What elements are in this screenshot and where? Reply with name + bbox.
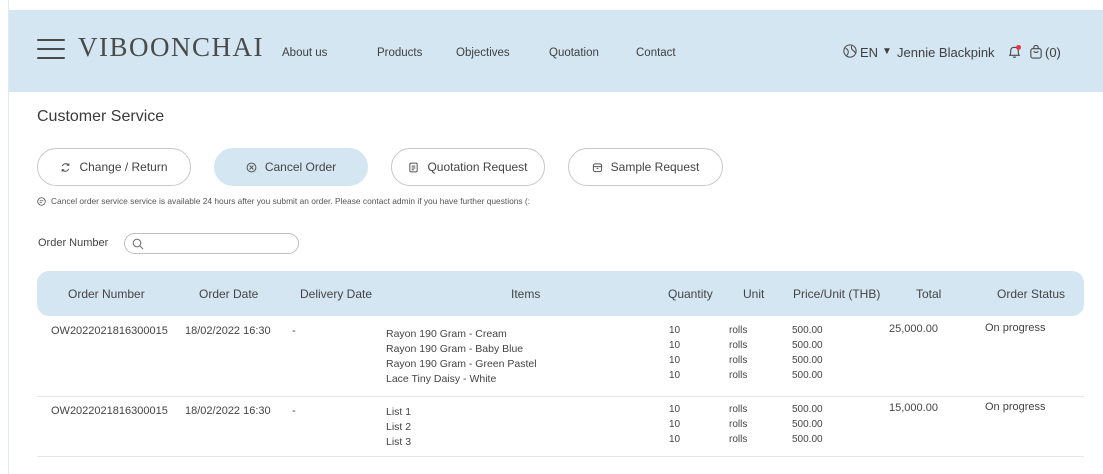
- shopping-bag-icon[interactable]: [1029, 44, 1043, 59]
- quantity-value: 10: [669, 404, 681, 415]
- row2-order-date: 18/02/2022 16:30: [185, 405, 271, 417]
- tab-label: Change / Return: [79, 160, 168, 174]
- row1-order-date: 18/02/2022 16:30: [185, 325, 271, 337]
- row2-status: On progress: [985, 401, 1046, 413]
- bell-icon[interactable]: [1007, 44, 1022, 59]
- tab-change-return[interactable]: Change / Return: [37, 148, 191, 186]
- window-left-margin: [0, 0, 9, 474]
- language-selector[interactable]: EN: [860, 45, 878, 60]
- row1-quantities: 10 10 10 10: [669, 323, 680, 383]
- quantity-value: 10: [669, 340, 681, 351]
- quantity-value: 10: [669, 434, 681, 445]
- hamburger-menu-icon[interactable]: [37, 39, 65, 59]
- row2-units: rolls rolls rolls: [729, 402, 747, 447]
- unit-value: rolls: [729, 404, 748, 415]
- row-divider: [37, 456, 1084, 457]
- row2-delivery-date: -: [292, 405, 296, 417]
- tab-label: Quotation Request: [427, 160, 528, 174]
- column-header-unit: Unit: [743, 287, 765, 301]
- nav-quotation[interactable]: Quotation: [549, 47, 599, 59]
- quantity-value: 10: [669, 370, 681, 381]
- unit-value: rolls: [729, 419, 748, 430]
- document-icon: [409, 162, 419, 172]
- user-name[interactable]: Jennie Blackpink: [897, 45, 995, 60]
- row1-prices: 500.00 500.00 500.00 500.00: [792, 323, 823, 383]
- page-title: Customer Service: [37, 108, 165, 125]
- tab-label: Sample Request: [610, 160, 700, 174]
- cancel-notice: Cancel order service service is availabl…: [37, 196, 530, 206]
- row1-units: rolls rolls rolls rolls: [729, 323, 747, 383]
- row1-delivery-date: -: [292, 325, 296, 337]
- list-item: List 2: [386, 421, 412, 433]
- nav-contact[interactable]: Contact: [636, 47, 676, 59]
- site-header: VIBOONCHAI About us Products Objectives …: [9, 10, 1103, 92]
- unit-value: rolls: [729, 370, 748, 381]
- list-item: Lace Tiny Daisy - White: [386, 373, 497, 385]
- unit-value: rolls: [729, 340, 748, 351]
- column-header-delivery-date: Delivery Date: [300, 287, 373, 301]
- price-value: 500.00: [792, 434, 823, 445]
- cart-count[interactable]: (0): [1045, 45, 1061, 60]
- row1-items: Rayon 190 Gram - Cream Rayon 190 Gram - …: [386, 327, 537, 387]
- quantity-value: 10: [669, 419, 681, 430]
- price-value: 500.00: [792, 404, 823, 415]
- nav-products[interactable]: Products: [377, 47, 422, 59]
- row2-order-number[interactable]: OW2022021816300015: [51, 405, 168, 417]
- list-item: List 1: [386, 406, 412, 418]
- tab-quotation-request[interactable]: Quotation Request: [391, 148, 545, 186]
- list-item: List 3: [386, 436, 412, 448]
- chevron-down-icon[interactable]: ▼: [882, 46, 892, 57]
- notice-text: Cancel order service service is availabl…: [51, 196, 531, 206]
- column-header-order-date: Order Date: [199, 287, 259, 301]
- price-value: 500.00: [792, 370, 823, 381]
- price-value: 500.00: [792, 419, 823, 430]
- column-header-total: Total: [916, 287, 942, 301]
- row2-prices: 500.00 500.00 500.00: [792, 402, 823, 447]
- search-label: Order Number: [38, 237, 109, 249]
- column-header-quantity: Quantity: [668, 287, 713, 301]
- row2-quantities: 10 10 10: [669, 402, 680, 447]
- row2-items: List 1 List 2 List 3: [386, 405, 411, 450]
- quantity-value: 10: [669, 325, 681, 336]
- unit-value: rolls: [729, 434, 748, 445]
- tab-sample-request[interactable]: Sample Request: [568, 148, 723, 186]
- row1-order-number[interactable]: OW2022021816300015: [51, 325, 168, 337]
- unit-value: rolls: [729, 355, 748, 366]
- price-value: 500.00: [792, 340, 823, 351]
- order-search-input[interactable]: [149, 236, 294, 251]
- globe-icon[interactable]: [843, 44, 857, 58]
- column-header-order-number: Order Number: [68, 287, 145, 301]
- cancel-circle-icon: [246, 162, 257, 172]
- price-value: 500.00: [792, 355, 823, 366]
- list-item: Rayon 190 Gram - Cream: [386, 328, 507, 340]
- row-divider: [37, 396, 1084, 397]
- list-item: Rayon 190 Gram - Green Pastel: [386, 358, 537, 370]
- column-header-items: Items: [511, 287, 541, 301]
- quantity-value: 10: [669, 355, 681, 366]
- tab-label: Cancel Order: [264, 160, 337, 174]
- box-icon: [592, 162, 602, 172]
- column-header-order-status: Order Status: [997, 287, 1066, 301]
- unit-value: rolls: [729, 325, 748, 336]
- row2-total: 15,000.00: [889, 402, 938, 414]
- row1-total: 25,000.00: [889, 323, 938, 335]
- list-item: Rayon 190 Gram - Baby Blue: [386, 343, 524, 355]
- window-top-margin: [0, 0, 1103, 10]
- chat-info-icon: [37, 196, 46, 206]
- price-value: 500.00: [792, 325, 823, 336]
- order-search-field[interactable]: [124, 233, 299, 254]
- nav-about-us[interactable]: About us: [282, 47, 327, 59]
- row1-status: On progress: [985, 322, 1046, 334]
- search-icon: [132, 238, 144, 250]
- nav-objectives[interactable]: Objectives: [456, 47, 510, 59]
- refresh-icon: [61, 162, 70, 172]
- column-header-price-unit: Price/Unit (THB): [793, 287, 881, 301]
- tab-cancel-order[interactable]: Cancel Order: [214, 148, 368, 186]
- brand-logo[interactable]: VIBOONCHAI: [78, 32, 264, 63]
